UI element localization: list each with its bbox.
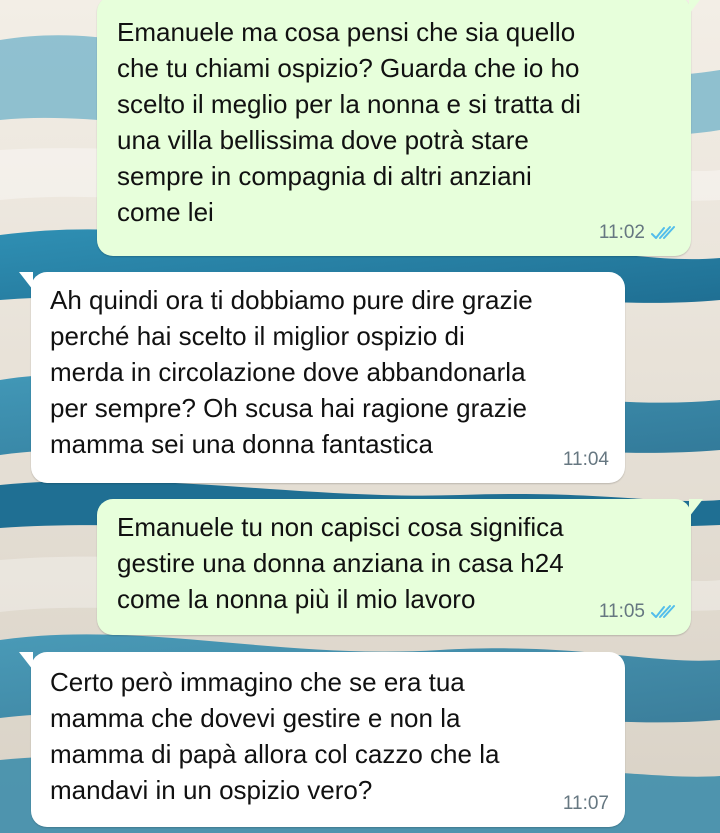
- message-meta: 11:04: [563, 449, 609, 471]
- message-time: 11:04: [562, 449, 609, 470]
- message-bubble-outgoing[interactable]: Emanuele ma cosa pensi che sia quello ch…: [97, 0, 700, 256]
- bubble-tail: [19, 652, 33, 670]
- double-check-read-icon: [651, 604, 675, 620]
- message-text: Certo però immagino che se era tua mamma…: [50, 667, 500, 805]
- message-bubble-incoming[interactable]: Certo però immagino che se era tua mamma…: [19, 652, 625, 827]
- bubble-tail: [689, 0, 700, 14]
- message-meta: 11:05: [599, 601, 675, 623]
- message-time: 11:07: [562, 793, 609, 814]
- bubble-tail: [19, 272, 33, 290]
- message-text: Emanuele ma cosa pensi che sia quello ch…: [117, 17, 581, 227]
- message-bubble-outgoing[interactable]: Emanuele tu non capisci cosa significa g…: [97, 499, 703, 635]
- message-meta: 11:07: [563, 793, 609, 815]
- message-bubble-incoming[interactable]: Ah quindi ora ti dobbiamo pure dire graz…: [19, 272, 625, 483]
- message-text: Ah quindi ora ti dobbiamo pure dire graz…: [50, 285, 533, 459]
- message-time: 11:05: [598, 601, 645, 622]
- message-time: 11:02: [598, 222, 645, 243]
- bubble-tail: [689, 499, 703, 517]
- double-check-read-icon: [651, 225, 675, 241]
- message-meta: 11:02: [599, 222, 675, 244]
- message-text: Emanuele tu non capisci cosa significa g…: [117, 512, 564, 614]
